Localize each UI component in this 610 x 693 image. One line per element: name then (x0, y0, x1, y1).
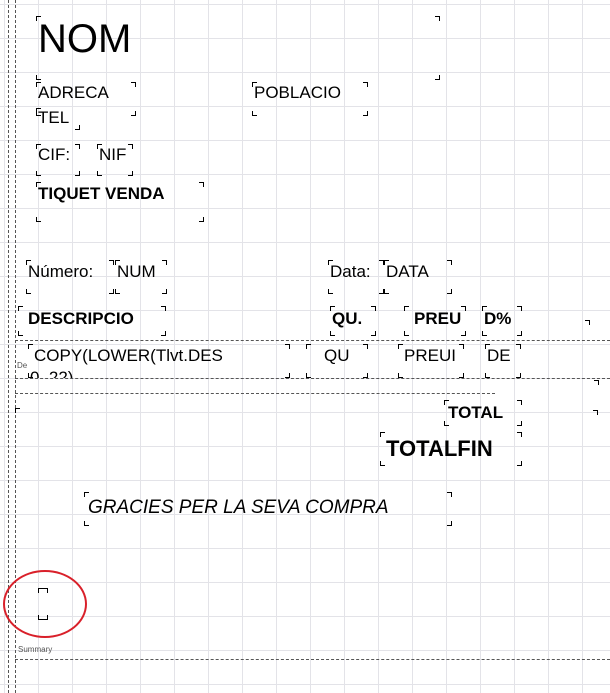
data-label-field[interactable]: Data: (328, 260, 384, 294)
totals-right-mark (593, 410, 598, 415)
detail-description-field[interactable]: COPY(LOWER(Tlvt.DES 0, 22) (28, 344, 290, 378)
num-field[interactable]: NUM (115, 260, 167, 294)
summary-band-label: Summary (18, 645, 53, 654)
col-quantitat-text: QU. (332, 309, 363, 328)
detail-band-label: De (17, 361, 28, 370)
detail-band-bottom-line (15, 378, 610, 379)
detail-description-cont-text: 0, 22) (30, 368, 74, 378)
poblacio-text: POBLACIO (254, 83, 341, 102)
data-label-text: Data: (330, 262, 371, 281)
col-descompte-text: D% (484, 309, 512, 328)
detail-right-mark (594, 380, 599, 385)
numero-label-text: Número: (28, 262, 94, 281)
data-field[interactable]: DATA (384, 260, 452, 294)
summary-band-bottom-line (15, 659, 610, 660)
totals-band-top-line (15, 393, 495, 394)
col-descripcio-text: DESCRIPCIO (28, 309, 134, 328)
tel-field[interactable]: TEL (36, 108, 80, 130)
detail-price-text: PREUI (404, 346, 456, 365)
highlight-circle (3, 570, 87, 638)
total-text: TOTAL (448, 403, 504, 422)
totals-left-mark (15, 408, 20, 413)
nif-field[interactable]: NIF (97, 144, 133, 176)
total-final-field[interactable]: TOTALFIN (380, 432, 522, 466)
col-quantitat-header[interactable]: QU. (330, 306, 376, 336)
detail-qty-field[interactable]: QU (306, 344, 368, 378)
col-preu-text: PREU (414, 309, 462, 328)
num-text: NUM (117, 262, 156, 281)
col-descripcio-header[interactable]: DESCRIPCIO (18, 306, 166, 336)
data-text: DATA (386, 262, 429, 281)
report-design-canvas[interactable]: NOM ADRECA TEL POBLACIO CIF: NIF TIQUET … (0, 0, 610, 693)
nom-field[interactable]: NOM (36, 16, 440, 80)
nif-text: NIF (99, 145, 127, 164)
thanks-text: GRACIES PER LA SEVA COMPRA (88, 497, 389, 518)
col-descompte-header[interactable]: D% (482, 306, 522, 336)
col-preu-header[interactable]: PREU (404, 306, 466, 336)
total-final-text: TOTALFIN (386, 436, 493, 461)
cif-label-field[interactable]: CIF: (36, 144, 80, 176)
ticket-title-text: TIQUET VENDA (38, 184, 165, 203)
total-field[interactable]: TOTAL (444, 400, 522, 426)
detail-price-field[interactable]: PREUI (398, 344, 464, 378)
detail-band-top-line (15, 340, 610, 341)
adreca-text: ADRECA (38, 83, 109, 102)
detail-discount-field[interactable]: DE (485, 344, 521, 378)
thanks-field[interactable]: GRACIES PER LA SEVA COMPRA (84, 492, 452, 526)
poblacio-field[interactable]: POBLACIO (252, 82, 368, 116)
tel-text: TEL (38, 108, 70, 127)
detail-qty-text: QU (324, 346, 350, 365)
ticket-title-field[interactable]: TIQUET VENDA (36, 182, 204, 222)
column-header-right-mark (585, 320, 590, 325)
nom-text: NOM (38, 17, 132, 61)
cif-label-text: CIF: (38, 145, 71, 164)
numero-label-field[interactable]: Número: (26, 260, 114, 294)
detail-discount-text: DE (487, 346, 511, 365)
detail-description-text: COPY(LOWER(Tlvt.DES (34, 346, 223, 365)
